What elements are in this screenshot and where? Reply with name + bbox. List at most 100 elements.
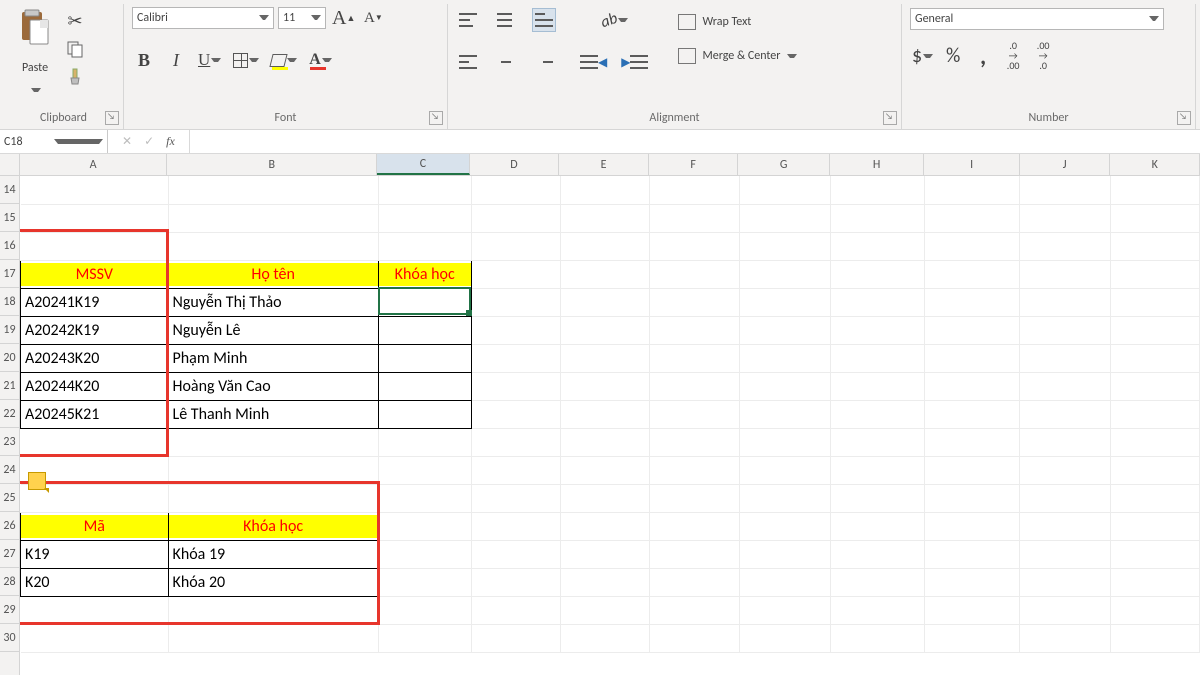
cell-B22[interactable]: Lê Thanh Minh [168,400,378,428]
cell-C23[interactable] [378,428,471,456]
cell-C29[interactable] [378,596,471,624]
cell-C20[interactable] [378,344,471,372]
cell-K16[interactable] [1110,232,1199,260]
cell-B20[interactable]: Phạm Minh [168,344,378,372]
align-center-button[interactable] [494,50,518,74]
cell-E18[interactable] [560,288,649,316]
fill-color-button[interactable] [269,48,299,72]
cell-F21[interactable] [650,372,739,400]
cell-E23[interactable] [560,428,649,456]
cell-H25[interactable] [830,484,924,512]
cell-C28[interactable] [378,568,471,596]
row-header-24[interactable]: 24 [0,456,19,484]
cell-J29[interactable] [1020,596,1110,624]
cell-A20[interactable]: A20243K20 [21,344,169,372]
cell-E26[interactable] [560,512,649,540]
cell-F22[interactable] [650,400,739,428]
font-color-button[interactable]: A [307,48,334,72]
cell-A28[interactable]: K20 [21,568,169,596]
align-bottom-button[interactable] [532,8,556,32]
cell-K14[interactable] [1110,176,1199,204]
cell-E20[interactable] [560,344,649,372]
cell-C24[interactable] [378,456,471,484]
select-all-button[interactable] [0,154,19,176]
col-header-I[interactable]: I [924,154,1020,175]
cell-E17[interactable] [560,260,649,288]
cell-D20[interactable] [471,344,560,372]
cell-K25[interactable] [1110,484,1199,512]
cell-E30[interactable] [560,624,649,652]
col-header-G[interactable]: G [738,154,830,175]
cell-I16[interactable] [925,232,1020,260]
cell-G20[interactable] [739,344,830,372]
cell-G25[interactable] [739,484,830,512]
cell-A17[interactable]: MSSV [21,260,169,288]
col-header-A[interactable]: A [20,154,167,175]
cell-I22[interactable] [925,400,1020,428]
cell-J26[interactable] [1020,512,1110,540]
cell-C22[interactable] [378,400,471,428]
cell-H23[interactable] [830,428,924,456]
row-header-14[interactable]: 14 [0,176,19,204]
cell-H15[interactable] [830,204,924,232]
row-header-26[interactable]: 26 [0,512,19,540]
cell-C19[interactable] [378,316,471,344]
cell-F15[interactable] [650,204,739,232]
cell-J28[interactable] [1020,568,1110,596]
cell-B17[interactable]: Họ tên [168,260,378,288]
cancel-formula-button[interactable]: ✕ [122,134,132,149]
cell-K17[interactable] [1110,260,1199,288]
cell-B16[interactable] [168,232,378,260]
cell-I27[interactable] [925,540,1020,568]
smart-tag-icon[interactable] [28,472,46,490]
cell-A14[interactable] [21,176,169,204]
cell-I26[interactable] [925,512,1020,540]
cell-A29[interactable] [21,596,169,624]
cell-G22[interactable] [739,400,830,428]
increase-indent-button[interactable]: ▶ [619,50,650,74]
cell-H28[interactable] [830,568,924,596]
decrease-indent-button[interactable]: ◀ [578,50,609,74]
cell-D19[interactable] [471,316,560,344]
cell-I17[interactable] [925,260,1020,288]
cut-button[interactable]: ✂ [64,10,86,32]
cell-F28[interactable] [650,568,739,596]
cell-A22[interactable]: A20245K21 [21,400,169,428]
cell-D22[interactable] [471,400,560,428]
cell-G30[interactable] [739,624,830,652]
cell-C27[interactable] [378,540,471,568]
cell-H30[interactable] [830,624,924,652]
cell-J24[interactable] [1020,456,1110,484]
cell-K27[interactable] [1110,540,1199,568]
col-header-J[interactable]: J [1020,154,1111,175]
cell-F26[interactable] [650,512,739,540]
cell-C16[interactable] [378,232,471,260]
cell-H21[interactable] [830,372,924,400]
row-header-19[interactable]: 19 [0,316,19,344]
cell-B29[interactable] [168,596,378,624]
cell-K22[interactable] [1110,400,1199,428]
comma-format-button[interactable]: , [971,44,995,68]
cell-D29[interactable] [471,596,560,624]
cell-F23[interactable] [650,428,739,456]
cell-F18[interactable] [650,288,739,316]
row-header-22[interactable]: 22 [0,400,19,428]
accept-formula-button[interactable]: ✓ [144,134,154,149]
paste-button[interactable]: Paste [12,6,58,92]
percent-format-button[interactable]: % [941,44,965,68]
alignment-launcher[interactable] [883,111,897,125]
cell-J20[interactable] [1020,344,1110,372]
align-middle-button[interactable] [494,8,518,32]
cell-F27[interactable] [650,540,739,568]
format-painter-button[interactable] [64,66,86,88]
cell-I23[interactable] [925,428,1020,456]
row-header-15[interactable]: 15 [0,204,19,232]
align-left-button[interactable] [456,50,480,74]
row-header-30[interactable]: 30 [0,624,19,652]
cell-C14[interactable] [378,176,471,204]
cell-J23[interactable] [1020,428,1110,456]
cell-I29[interactable] [925,596,1020,624]
formula-input[interactable] [190,130,1200,153]
cell-G24[interactable] [739,456,830,484]
cell-D25[interactable] [471,484,560,512]
